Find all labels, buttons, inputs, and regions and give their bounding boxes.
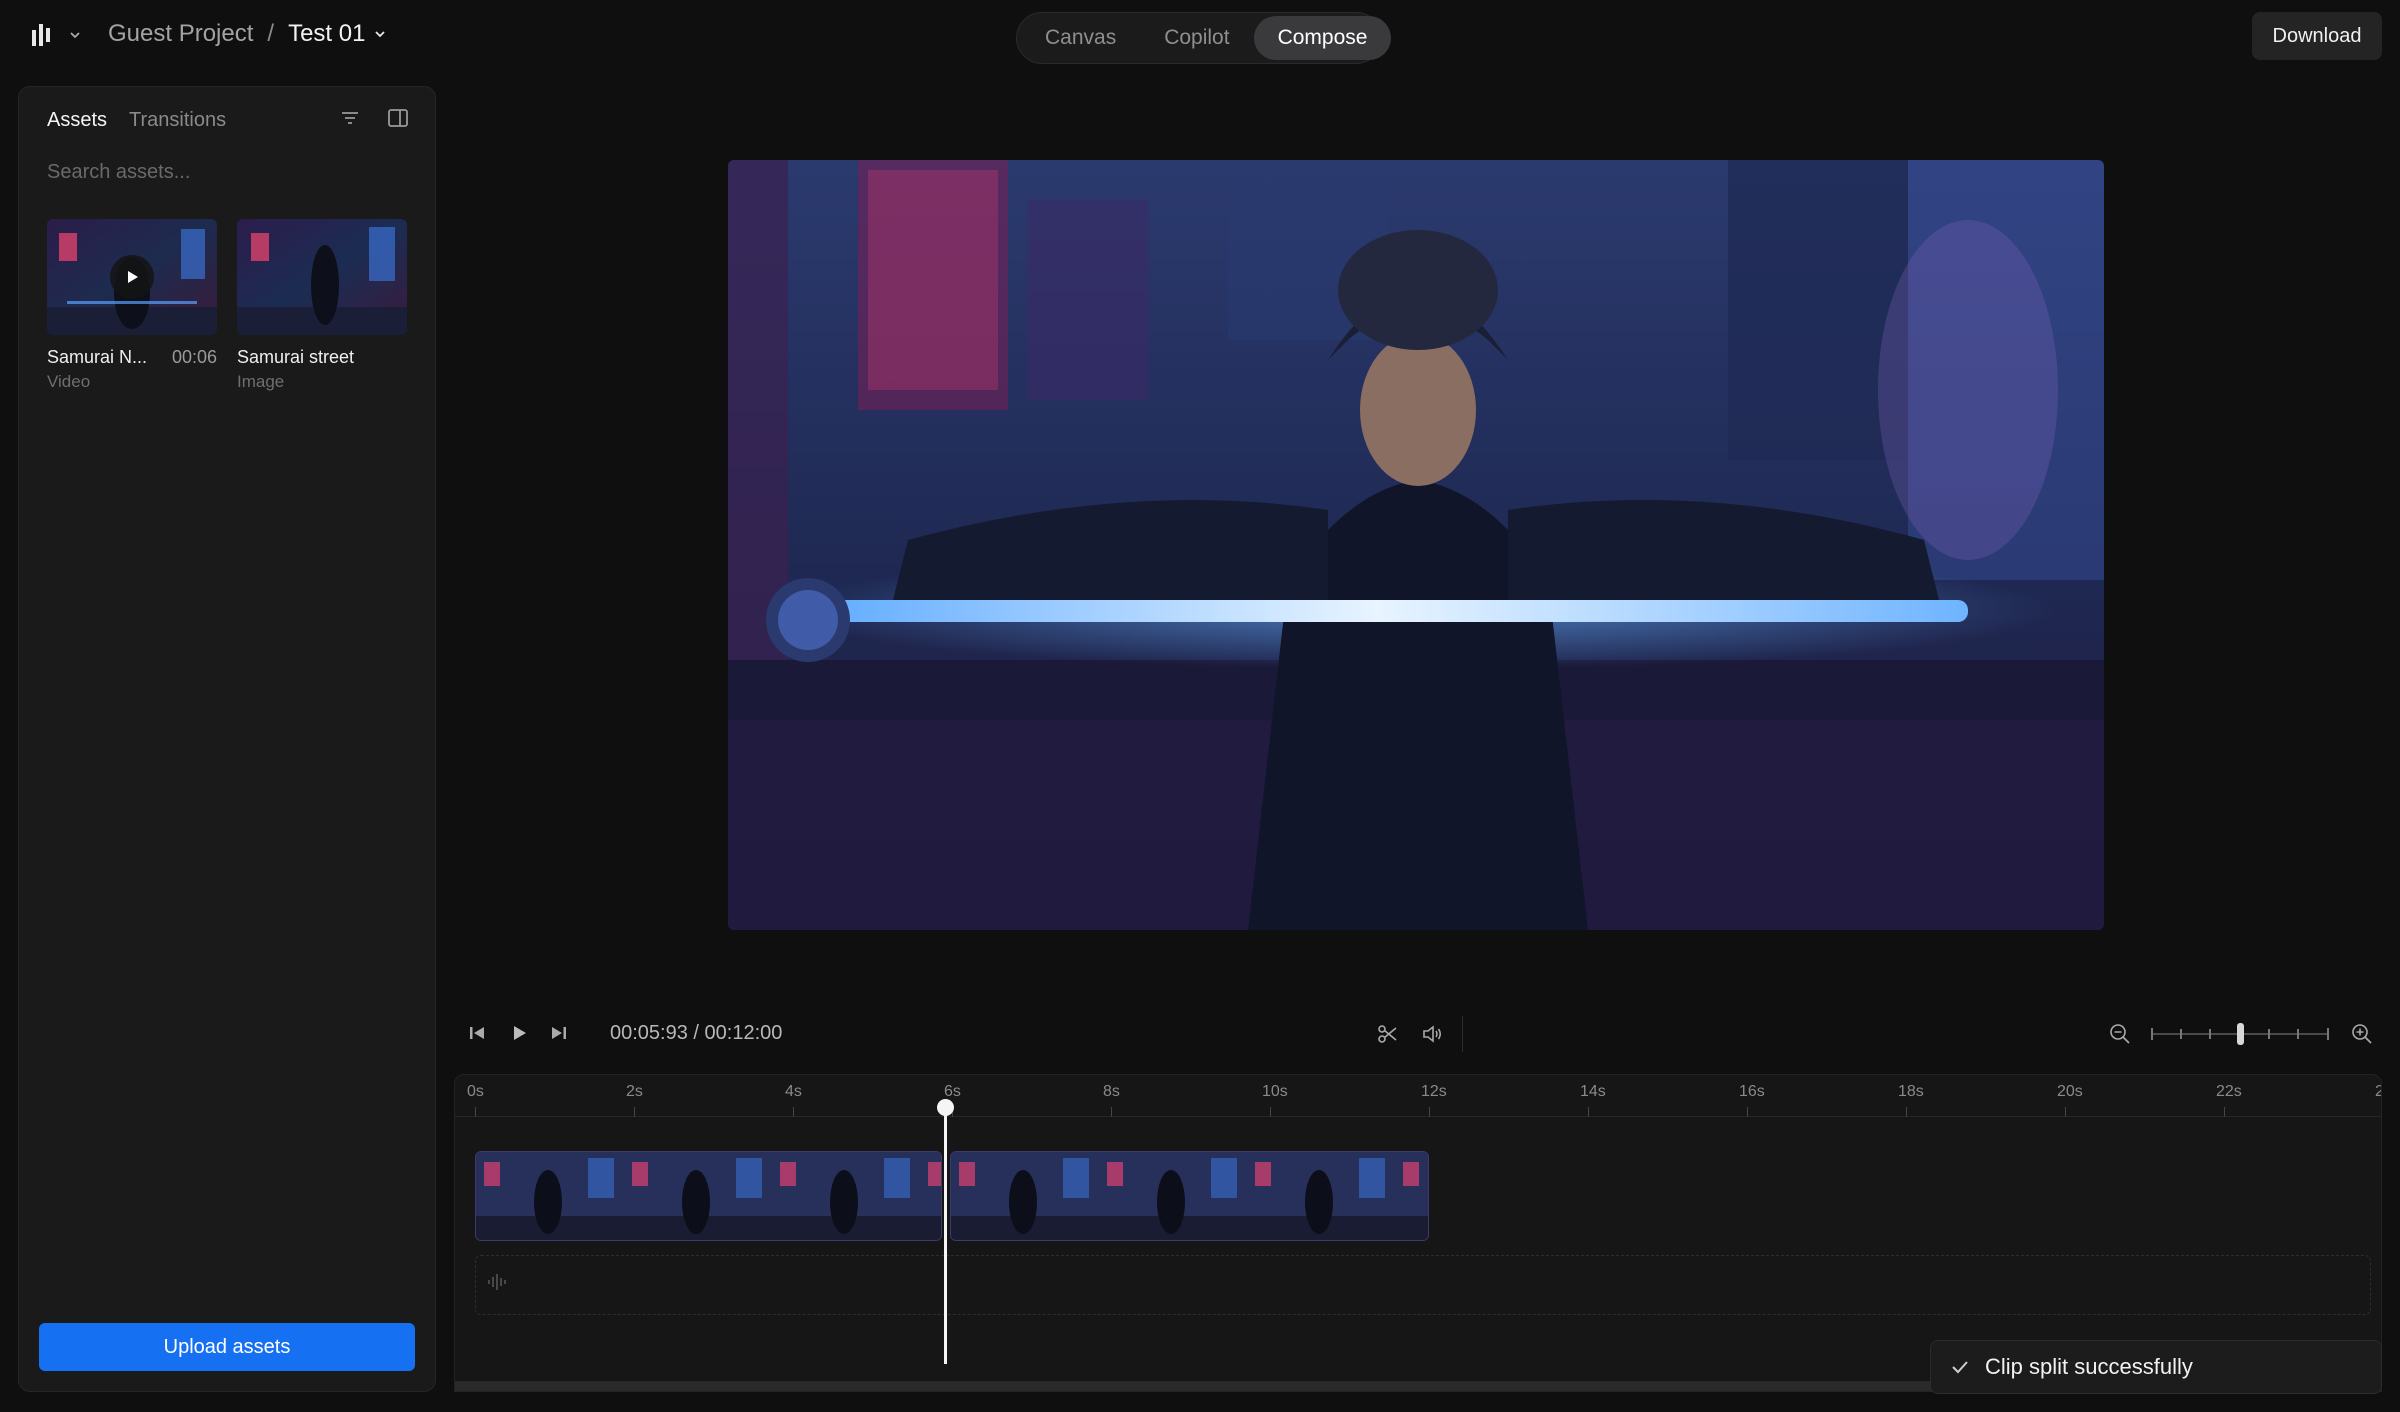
- ruler-tick-label: 10s: [1262, 1083, 1288, 1100]
- video-clip[interactable]: [950, 1151, 1429, 1241]
- ruler-tick: [2224, 1107, 2225, 1117]
- playhead[interactable]: [943, 1108, 947, 1364]
- play-icon: [128, 271, 138, 283]
- asset-name: Samurai N...: [47, 347, 148, 367]
- asset-thumbnail: [47, 219, 217, 335]
- assets-sidebar: Assets Transitions Search assets... Samu…: [18, 86, 436, 1392]
- ruler-tick-label: 4s: [785, 1083, 802, 1100]
- ruler-tick: [1906, 1107, 1907, 1117]
- asset-thumbnail-image: [237, 219, 407, 335]
- zoom-out-icon[interactable]: [2108, 1022, 2132, 1046]
- play-preview-button[interactable]: [110, 255, 154, 299]
- ruler-tick: [2065, 1107, 2066, 1117]
- asset-duration: 00:06: [171, 347, 217, 367]
- ruler-tick-label: 16s: [1739, 1083, 1765, 1100]
- search-assets-input[interactable]: [47, 157, 407, 187]
- chevron-down-icon: [375, 31, 386, 38]
- mode-switch: Canvas Copilot Compose: [1016, 12, 1392, 64]
- app-logo-menu[interactable]: [30, 22, 82, 48]
- zoom-slider-thumb[interactable]: [2236, 1023, 2244, 1045]
- file-name: Test 01: [288, 20, 366, 47]
- playhead-handle[interactable]: [936, 1099, 954, 1116]
- upload-assets-button[interactable]: Upload assets: [39, 1323, 415, 1371]
- time-ruler[interactable]: 0s2s4s6s8s10s12s14s16s18s20s22s24s: [455, 1075, 2381, 1117]
- ruler-tick-label: 22s: [2216, 1083, 2242, 1100]
- asset-name-row: Samurai street: [237, 347, 407, 368]
- mode-canvas[interactable]: Canvas: [1021, 16, 1140, 60]
- play-icon[interactable]: [508, 1022, 530, 1044]
- zoom-in-icon[interactable]: [2350, 1022, 2374, 1046]
- ruler-tick: [1747, 1107, 1748, 1117]
- top-bar: Guest Project / Test 01 Canvas Copilot C…: [0, 0, 2400, 72]
- ruler-tick-label: 2s: [626, 1083, 643, 1100]
- breadcrumb-file[interactable]: Test 01: [288, 20, 387, 48]
- transport-divider: [1462, 1016, 1463, 1052]
- ruler-tick: [475, 1107, 476, 1117]
- transport-controls: 00:05:93 / 00:12:00: [462, 1016, 2382, 1052]
- ruler-tick: [1588, 1107, 1589, 1117]
- zoom-slider[interactable]: [2150, 1022, 2330, 1046]
- ruler-tick-label: 18s: [1898, 1083, 1924, 1100]
- breadcrumb: Guest Project / Test 01: [108, 20, 387, 48]
- scissors-icon[interactable]: [1376, 1022, 1400, 1046]
- ruler-tick-label: 20s: [2057, 1083, 2083, 1100]
- filter-icon[interactable]: [339, 107, 361, 129]
- ruler-tick-label: 14s: [1580, 1083, 1606, 1100]
- check-icon: [1952, 1361, 1968, 1374]
- ruler-tick: [1429, 1107, 1430, 1117]
- ruler-tick-label: 24s: [2375, 1083, 2381, 1101]
- video-preview[interactable]: [728, 160, 2104, 930]
- breadcrumb-project[interactable]: Guest Project: [108, 20, 253, 48]
- asset-card-video[interactable]: Samurai N... 00:06 Video: [47, 219, 217, 392]
- ruler-tick: [1270, 1107, 1271, 1117]
- video-clip[interactable]: [475, 1151, 943, 1241]
- chevron-down-icon: [70, 32, 80, 39]
- mode-compose[interactable]: Compose: [1253, 16, 1392, 60]
- toast-message: Clip split successfully: [1985, 1354, 2193, 1379]
- toast-notification: Clip split successfully: [1930, 1340, 2382, 1394]
- audio-waveform-icon: [488, 1274, 506, 1290]
- ruler-tick: [1111, 1107, 1112, 1117]
- breadcrumb-separator: /: [267, 20, 275, 47]
- volume-icon[interactable]: [1420, 1022, 1444, 1046]
- mode-copilot[interactable]: Copilot: [1140, 16, 1253, 60]
- download-button[interactable]: Download: [2252, 12, 2382, 60]
- tab-transitions[interactable]: Transitions: [129, 109, 226, 132]
- skip-forward-icon[interactable]: [548, 1022, 570, 1044]
- panel-toggle-icon[interactable]: [387, 107, 409, 129]
- audio-track[interactable]: [475, 1255, 2371, 1315]
- sidebar-tabs: Assets Transitions: [47, 109, 226, 132]
- preview-frame-image: [728, 160, 2104, 930]
- sidebar-tools: [339, 107, 409, 129]
- asset-thumbnail: [237, 219, 407, 335]
- timecode: 00:05:93 / 00:12:00: [610, 1022, 783, 1044]
- tab-assets[interactable]: Assets: [47, 109, 107, 132]
- ruler-tick-label: 12s: [1421, 1083, 1447, 1100]
- asset-card-image[interactable]: Samurai street Image: [237, 219, 407, 392]
- ruler-tick: [793, 1107, 794, 1117]
- asset-type: Video: [47, 372, 91, 391]
- skip-back-icon[interactable]: [466, 1022, 488, 1044]
- ruler-tick-label: 8s: [1103, 1083, 1120, 1100]
- clip-filmstrip: [951, 1152, 1428, 1240]
- ruler-tick: [634, 1107, 635, 1117]
- asset-name-row: Samurai N... 00:06: [47, 347, 217, 368]
- logo-icon: [32, 24, 50, 46]
- asset-type: Image: [237, 372, 285, 391]
- asset-name: Samurai street: [237, 347, 355, 367]
- clip-filmstrip: [476, 1152, 942, 1240]
- ruler-tick-label: 0s: [467, 1083, 484, 1100]
